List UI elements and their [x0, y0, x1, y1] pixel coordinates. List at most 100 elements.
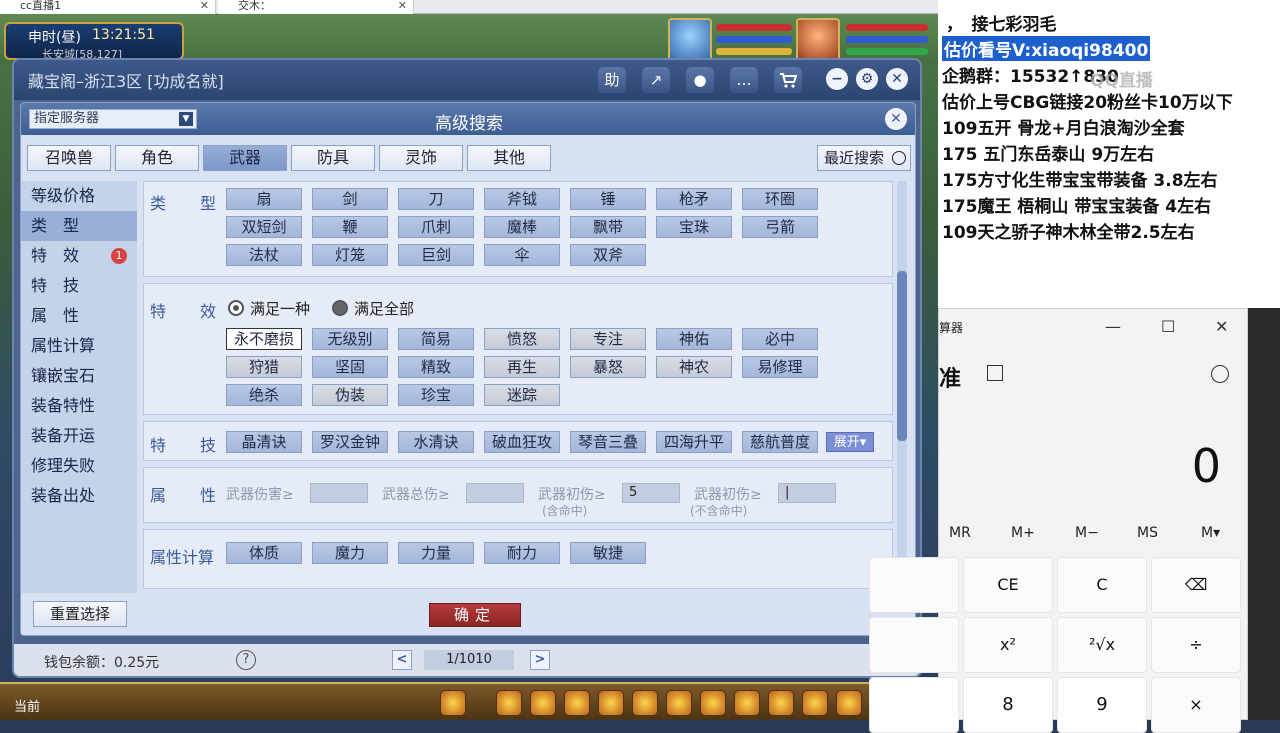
effect-chip[interactable]: 专注: [570, 328, 646, 350]
effect-chip[interactable]: 永不磨损: [226, 328, 302, 350]
tab-other[interactable]: 其他: [467, 145, 551, 171]
game-menu-icon[interactable]: [564, 690, 590, 716]
game-menu-icon[interactable]: [598, 690, 624, 716]
pet-avatar[interactable]: [796, 18, 840, 62]
game-menu-icon[interactable]: [496, 690, 522, 716]
settings-button[interactable]: ⚙: [856, 68, 878, 90]
type-chip[interactable]: 灯笼: [312, 244, 388, 266]
game-menu-icon[interactable]: [768, 690, 794, 716]
expand-button[interactable]: 展开▾: [826, 432, 874, 452]
type-chip[interactable]: 环圈: [742, 188, 818, 210]
help-icon[interactable]: ?: [236, 650, 256, 670]
multiply-button[interactable]: ×: [1151, 677, 1241, 733]
prev-page-button[interactable]: <: [392, 650, 412, 670]
side-item-source[interactable]: 装备出处: [21, 481, 137, 511]
side-item-attr-calc[interactable]: 属性计算: [21, 331, 137, 361]
help-assistant-button[interactable]: 助: [598, 67, 626, 93]
effect-chip[interactable]: 简易: [398, 328, 474, 350]
digit-8-button[interactable]: 8: [963, 677, 1053, 733]
calc-close-button[interactable]: ✕: [1215, 317, 1228, 336]
type-chip[interactable]: 剑: [312, 188, 388, 210]
type-chip[interactable]: 爪刺: [398, 216, 474, 238]
close-icon[interactable]: ✕: [398, 0, 407, 12]
calc-chip[interactable]: 敏捷: [570, 542, 646, 564]
type-chip[interactable]: 刀: [398, 188, 474, 210]
weapon-total-input[interactable]: [466, 483, 524, 503]
skill-chip[interactable]: 琴音三叠: [570, 431, 646, 453]
skill-chip[interactable]: 晶清诀: [226, 431, 302, 453]
type-chip[interactable]: 弓箭: [742, 216, 818, 238]
skill-chip[interactable]: 破血狂攻: [484, 431, 560, 453]
type-chip[interactable]: 扇: [226, 188, 302, 210]
tab-weapon[interactable]: 武器: [203, 145, 287, 171]
calc-minimize-button[interactable]: —: [1105, 317, 1121, 336]
clear-button[interactable]: C: [1057, 557, 1147, 613]
type-chip[interactable]: 魔棒: [484, 216, 560, 238]
scrollbar-thumb[interactable]: [897, 271, 907, 441]
window-close-button[interactable]: ✕: [886, 68, 908, 90]
effect-chip[interactable]: 无级别: [312, 328, 388, 350]
calc-key[interactable]: [869, 617, 959, 673]
side-item-effect[interactable]: 特 效 1: [21, 241, 137, 271]
game-menu-icon[interactable]: [700, 690, 726, 716]
calc-chip[interactable]: 力量: [398, 542, 474, 564]
calc-maximize-button[interactable]: ☐: [1161, 317, 1175, 336]
weapon-base-input[interactable]: 5: [622, 483, 680, 503]
share-button[interactable]: ↗: [642, 67, 670, 93]
calc-chip[interactable]: 耐力: [484, 542, 560, 564]
reset-button[interactable]: 重置选择: [33, 601, 127, 627]
skill-chip[interactable]: 水清诀: [398, 431, 474, 453]
side-item-traits[interactable]: 装备特性: [21, 391, 137, 421]
side-item-repair-fail[interactable]: 修理失败: [21, 451, 137, 481]
side-item-gems[interactable]: 镶嵌宝石: [21, 361, 137, 391]
tab-armor[interactable]: 防具: [291, 145, 375, 171]
weapon-base-nohit-input[interactable]: |: [778, 483, 836, 503]
effect-chip[interactable]: 暴怒: [570, 356, 646, 378]
effect-chip[interactable]: 愤怒: [484, 328, 560, 350]
effect-chip[interactable]: 神佑: [656, 328, 732, 350]
game-menu-icon[interactable]: [802, 690, 828, 716]
type-chip[interactable]: 双短剑: [226, 216, 302, 238]
type-chip[interactable]: 鞭: [312, 216, 388, 238]
effect-chip[interactable]: 绝杀: [226, 384, 302, 406]
tab-role[interactable]: 角色: [115, 145, 199, 171]
type-chip[interactable]: 斧钺: [484, 188, 560, 210]
type-chip[interactable]: 飘带: [570, 216, 646, 238]
chat-button[interactable]: …: [730, 67, 758, 93]
calc-key[interactable]: [869, 557, 959, 613]
side-item-level-price[interactable]: 等级价格: [21, 181, 137, 211]
avatar[interactable]: [668, 18, 712, 62]
side-item-fortune[interactable]: 装备开运: [21, 421, 137, 451]
clear-entry-button[interactable]: CE: [963, 557, 1053, 613]
skill-chip[interactable]: 四海升平: [656, 431, 732, 453]
history-icon[interactable]: [1211, 365, 1229, 383]
side-item-type[interactable]: 类 型: [21, 211, 137, 241]
effect-chip[interactable]: 精致: [398, 356, 474, 378]
radio-match-all[interactable]: [332, 300, 348, 316]
game-menu-icon[interactable]: [440, 690, 466, 716]
browser-tab-2[interactable]: 交木： ✕: [218, 0, 414, 14]
record-button[interactable]: ●: [686, 67, 714, 93]
mem-recall-button[interactable]: MR: [949, 525, 971, 541]
weapon-damage-input[interactable]: [310, 483, 368, 503]
effect-chip[interactable]: 迷踪: [484, 384, 560, 406]
tab-accessory[interactable]: 灵饰: [379, 145, 463, 171]
effect-chip[interactable]: 伪装: [312, 384, 388, 406]
game-menu-icon[interactable]: [632, 690, 658, 716]
backspace-button[interactable]: ⌫: [1151, 557, 1241, 613]
type-chip[interactable]: 宝珠: [656, 216, 732, 238]
effect-chip[interactable]: 坚固: [312, 356, 388, 378]
effect-chip[interactable]: 珍宝: [398, 384, 474, 406]
pin-icon[interactable]: [987, 365, 1003, 381]
calc-key[interactable]: [869, 677, 959, 733]
search-close-button[interactable]: ✕: [885, 108, 907, 130]
effect-chip[interactable]: 神农: [656, 356, 732, 378]
mem-list-button[interactable]: M▾: [1201, 525, 1220, 541]
calc-chip[interactable]: 魔力: [312, 542, 388, 564]
game-menu-icon[interactable]: [530, 690, 556, 716]
mem-sub-button[interactable]: M−: [1075, 525, 1099, 541]
type-chip[interactable]: 伞: [484, 244, 560, 266]
cart-icon[interactable]: [774, 67, 802, 93]
skill-chip[interactable]: 罗汉金钟: [312, 431, 388, 453]
type-chip[interactable]: 锤: [570, 188, 646, 210]
